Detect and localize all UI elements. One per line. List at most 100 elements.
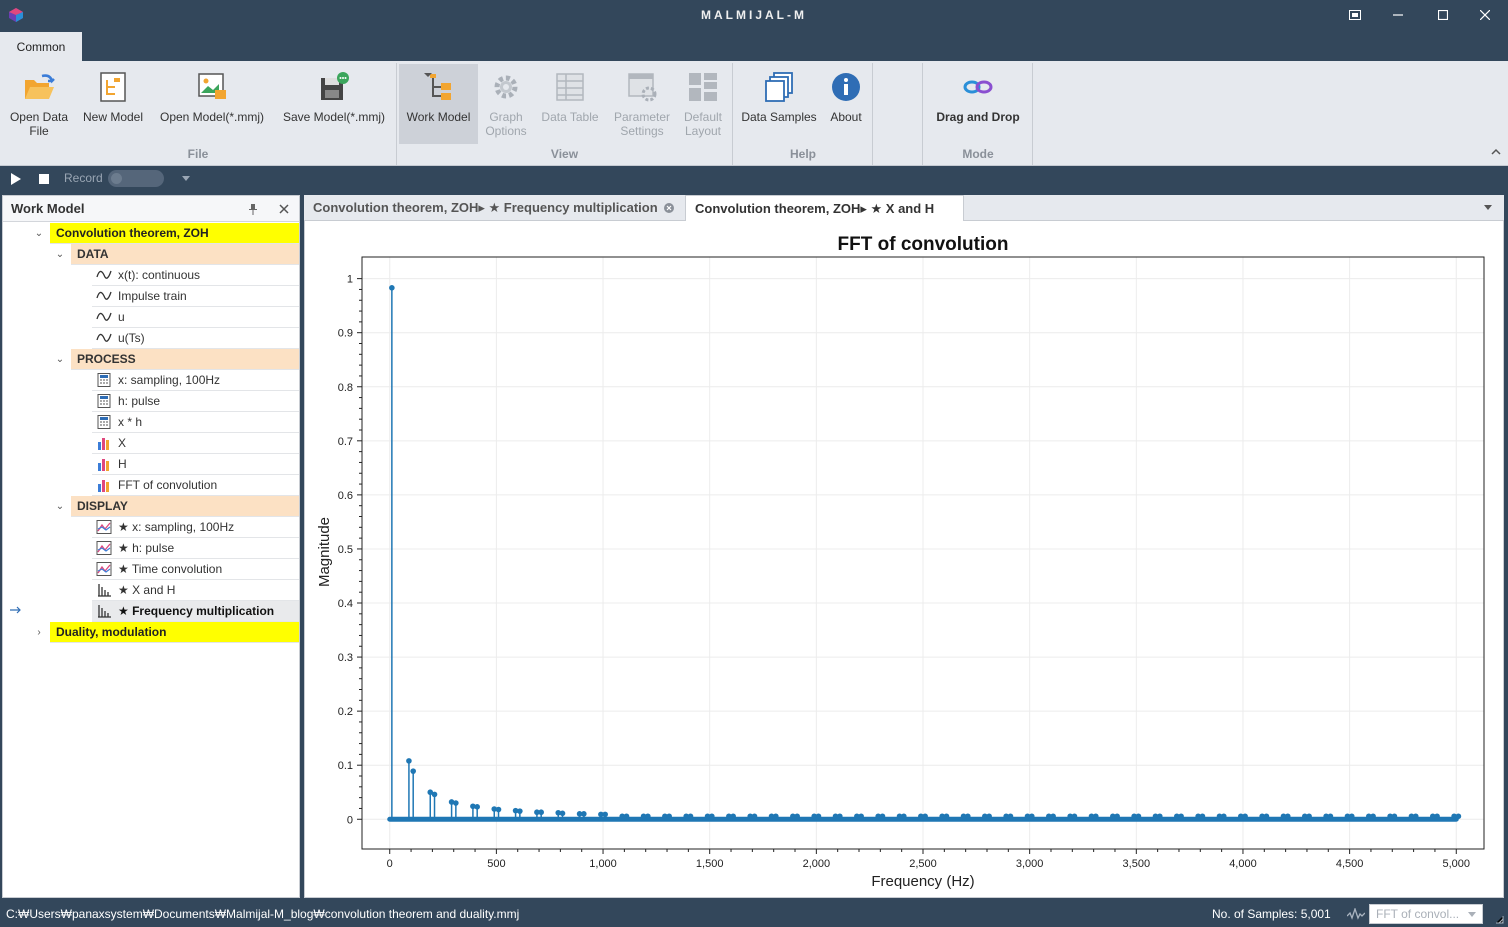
tree-category-process[interactable]: PROCESS bbox=[71, 349, 299, 370]
open-model-button[interactable]: Open Model(*.mmj) bbox=[154, 64, 270, 144]
tree-item[interactable]: x: sampling, 100Hz bbox=[92, 370, 299, 391]
stem-point bbox=[709, 813, 715, 820]
stem-point bbox=[901, 813, 907, 820]
tree-item[interactable]: ★ X and H bbox=[92, 580, 299, 601]
graph-options-button[interactable]: Graph Options bbox=[480, 64, 532, 144]
new-model-button[interactable]: New Model bbox=[78, 64, 148, 144]
close-tab-icon[interactable] bbox=[664, 203, 674, 213]
y-tick-label: 0.1 bbox=[338, 760, 353, 772]
maximize-button[interactable] bbox=[1431, 4, 1455, 26]
collapse-toggle[interactable]: ⌄ bbox=[54, 354, 66, 366]
tree-item[interactable]: FFT of convolution bbox=[92, 475, 299, 496]
tree-root-duality[interactable]: Duality, modulation bbox=[50, 622, 299, 643]
tree-item-label: ★ x: sampling, 100Hz bbox=[118, 520, 235, 534]
folder-open-icon bbox=[25, 74, 55, 99]
stop-icon[interactable] bbox=[39, 174, 50, 185]
parameter-settings-button[interactable]: Parameter Settings bbox=[608, 64, 676, 144]
fft-chart[interactable]: FFT of convolution Magnitude Frequency (… bbox=[305, 221, 1503, 897]
close-panel-icon[interactable] bbox=[279, 204, 289, 214]
tree-item-selected[interactable]: ★ Frequency multiplication bbox=[92, 601, 299, 622]
data-table-button[interactable]: Data Table bbox=[536, 64, 604, 144]
stem-point bbox=[1178, 813, 1184, 820]
tree-item[interactable]: x * h bbox=[92, 412, 299, 433]
tab-frequency-multiplication[interactable]: Convolution theorem, ZOH▸ ★ Frequency mu… bbox=[304, 195, 685, 221]
stem-point bbox=[1327, 813, 1334, 820]
tree-item[interactable]: ★ Time convolution bbox=[92, 559, 299, 580]
expand-toggle[interactable]: › bbox=[33, 627, 45, 639]
stem-point bbox=[1412, 813, 1419, 820]
chevron-down-icon[interactable] bbox=[182, 176, 190, 182]
data-samples-button[interactable]: Data Samples bbox=[737, 64, 821, 144]
maximize-icon bbox=[1437, 9, 1449, 21]
restore-layout-button[interactable] bbox=[1343, 4, 1367, 26]
tree-item[interactable]: x(t): continuous bbox=[92, 265, 299, 286]
work-model-button[interactable]: Work Model bbox=[399, 64, 478, 144]
collapse-toggle[interactable]: ⌄ bbox=[54, 249, 66, 261]
tab-common[interactable]: Common bbox=[0, 30, 82, 61]
collapse-ribbon-icon[interactable] bbox=[1491, 148, 1501, 156]
minimize-icon bbox=[1393, 14, 1403, 16]
stem-point bbox=[559, 810, 566, 817]
tree-item[interactable]: u(Ts) bbox=[92, 328, 299, 349]
tree-item[interactable]: u bbox=[92, 307, 299, 328]
tree-item[interactable]: X bbox=[92, 433, 299, 454]
tab-label: Convolution theorem, ZOH▸ ★ Frequency mu… bbox=[313, 200, 658, 215]
y-tick-label: 0.5 bbox=[338, 544, 353, 556]
status-bar: C:₩Users₩panaxsystem₩Documents₩Malmijal-… bbox=[0, 901, 1508, 927]
stem-point bbox=[986, 813, 992, 820]
collapse-toggle[interactable]: ⌄ bbox=[54, 501, 66, 513]
open-data-file-button[interactable]: Open Data File bbox=[4, 64, 74, 144]
tree-item[interactable]: H bbox=[92, 454, 299, 475]
infinity-icon bbox=[963, 80, 993, 94]
y-tick-label: 0.2 bbox=[338, 706, 353, 718]
series-select[interactable]: FFT of convol... bbox=[1369, 904, 1483, 924]
x-tick-label: 0 bbox=[387, 858, 393, 870]
y-tick-label: 0.8 bbox=[338, 382, 353, 394]
tree-root-convolution[interactable]: Convolution theorem, ZOH bbox=[50, 223, 299, 244]
stem-point bbox=[1050, 813, 1056, 820]
app-window: MALMIJAL-M Common Open Data File New Mod… bbox=[0, 0, 1508, 927]
tree-category-display[interactable]: DISPLAY bbox=[71, 496, 299, 517]
tab-list-dropdown-icon[interactable] bbox=[1484, 205, 1492, 210]
about-button[interactable]: About bbox=[824, 64, 868, 144]
tree-item[interactable]: ★ h: pulse bbox=[92, 538, 299, 559]
collapse-toggle[interactable]: ⌄ bbox=[33, 228, 45, 240]
wave-icon bbox=[96, 291, 112, 300]
stem-point bbox=[943, 813, 950, 820]
y-tick-label: 0 bbox=[347, 814, 353, 826]
tree-item[interactable]: h: pulse bbox=[92, 391, 299, 412]
tree-item-label: FFT of convolution bbox=[118, 478, 218, 492]
stem-point bbox=[1092, 813, 1099, 820]
stem-point bbox=[1135, 813, 1142, 820]
minimize-button[interactable] bbox=[1386, 4, 1410, 26]
model-tree: ⌄ Convolution theorem, ZOH ⌄ DATA x(t): … bbox=[3, 222, 299, 892]
data-samples-icon bbox=[765, 72, 793, 102]
play-icon[interactable] bbox=[10, 173, 21, 185]
pin-icon[interactable] bbox=[248, 204, 258, 215]
stem-point bbox=[1199, 813, 1206, 820]
resize-grip-icon[interactable] bbox=[1494, 914, 1504, 924]
chart-title: FFT of convolution bbox=[838, 234, 1009, 255]
chevron-down-icon bbox=[1468, 912, 1476, 917]
save-model-label: Save Model(*.mmj) bbox=[282, 110, 386, 124]
x-tick-label: 2,500 bbox=[909, 858, 937, 870]
y-axis-label: Magnitude bbox=[316, 517, 333, 587]
stem-point bbox=[815, 813, 822, 820]
new-model-label: New Model bbox=[82, 110, 144, 124]
tab-x-and-h[interactable]: Convolution theorem, ZOH▸ ★ X and H bbox=[685, 195, 964, 221]
tree-item[interactable]: ★ x: sampling, 100Hz bbox=[92, 517, 299, 538]
tree-item[interactable]: Impulse train bbox=[92, 286, 299, 307]
tree-item-label: u bbox=[118, 310, 125, 324]
stem-point bbox=[1370, 813, 1376, 820]
layout-icon bbox=[1349, 10, 1361, 20]
stem-series bbox=[387, 285, 1462, 822]
stem-point bbox=[1114, 813, 1120, 820]
record-toggle[interactable] bbox=[108, 170, 164, 187]
close-window-button[interactable] bbox=[1473, 4, 1497, 26]
x-tick-label: 4,000 bbox=[1229, 858, 1257, 870]
tree-category-data[interactable]: DATA bbox=[71, 244, 299, 265]
default-layout-button[interactable]: Default Layout bbox=[678, 64, 728, 144]
file-path: C:₩Users₩panaxsystem₩Documents₩Malmijal-… bbox=[6, 907, 520, 921]
drag-and-drop-button[interactable]: Drag and Drop bbox=[926, 64, 1030, 144]
save-model-button[interactable]: Save Model(*.mmj) bbox=[276, 64, 392, 144]
